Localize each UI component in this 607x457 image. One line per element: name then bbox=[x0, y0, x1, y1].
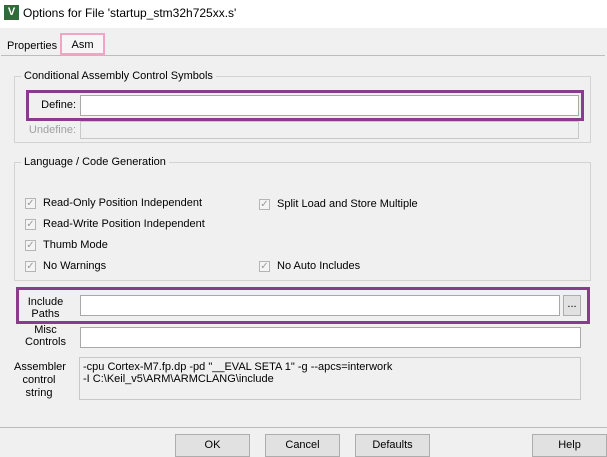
window-title: Options for File 'startup_stm32h725xx.s' bbox=[23, 6, 237, 20]
no-warnings-label: No Warnings bbox=[43, 260, 107, 272]
assembler-string-line1: -cpu Cortex-M7.fp.dp -pd "__EVAL SETA 1"… bbox=[83, 361, 393, 373]
language-code-generation-legend: Language / Code Generation bbox=[24, 156, 166, 168]
read-only-position-independent-checkbox[interactable]: ✓ bbox=[25, 198, 36, 209]
include-paths-label-line2: Paths bbox=[31, 308, 60, 320]
define-input[interactable] bbox=[80, 95, 579, 116]
misc-controls-label-line2: Controls bbox=[25, 336, 66, 348]
tab-asm[interactable]: Asm bbox=[60, 33, 105, 55]
split-load-store-multiple-checkbox[interactable]: ✓ bbox=[259, 199, 270, 210]
keil-app-icon: V bbox=[4, 5, 19, 20]
no-auto-includes-label: No Auto Includes bbox=[277, 260, 361, 272]
include-paths-browse-button[interactable]: ... bbox=[563, 295, 581, 316]
include-paths-input[interactable] bbox=[80, 295, 560, 316]
define-label: Define: bbox=[41, 99, 76, 111]
assembler-label-line1: Assembler bbox=[14, 361, 66, 373]
split-load-store-multiple-label: Split Load and Store Multiple bbox=[277, 198, 418, 210]
misc-controls-input[interactable] bbox=[80, 327, 581, 348]
thumb-mode-label: Thumb Mode bbox=[43, 239, 108, 251]
read-write-position-independent-label: Read-Write Position Independent bbox=[43, 218, 205, 230]
title-bar: V Options for File 'startup_stm32h725xx.… bbox=[0, 0, 607, 28]
read-only-position-independent-label: Read-Only Position Independent bbox=[43, 197, 202, 209]
no-warnings-checkbox[interactable]: ✓ bbox=[25, 261, 36, 272]
assembler-string-line2: -I C:\Keil_v5\ARM\ARMCLANG\include bbox=[83, 373, 274, 385]
thumb-mode-checkbox[interactable]: ✓ bbox=[25, 240, 36, 251]
assembler-label-line3: string bbox=[25, 387, 53, 399]
undefine-input bbox=[80, 121, 579, 139]
read-write-position-independent-checkbox[interactable]: ✓ bbox=[25, 219, 36, 230]
conditional-assembly-legend: Conditional Assembly Control Symbols bbox=[24, 70, 213, 82]
undefine-label: Undefine: bbox=[28, 124, 76, 136]
tab-properties[interactable]: Properties bbox=[3, 37, 61, 55]
assembler-label-line2: control bbox=[22, 374, 56, 386]
no-auto-includes-checkbox[interactable]: ✓ bbox=[259, 261, 270, 272]
footer-divider bbox=[0, 427, 607, 428]
assembler-control-string: -cpu Cortex-M7.fp.dp -pd "__EVAL SETA 1"… bbox=[79, 357, 581, 400]
